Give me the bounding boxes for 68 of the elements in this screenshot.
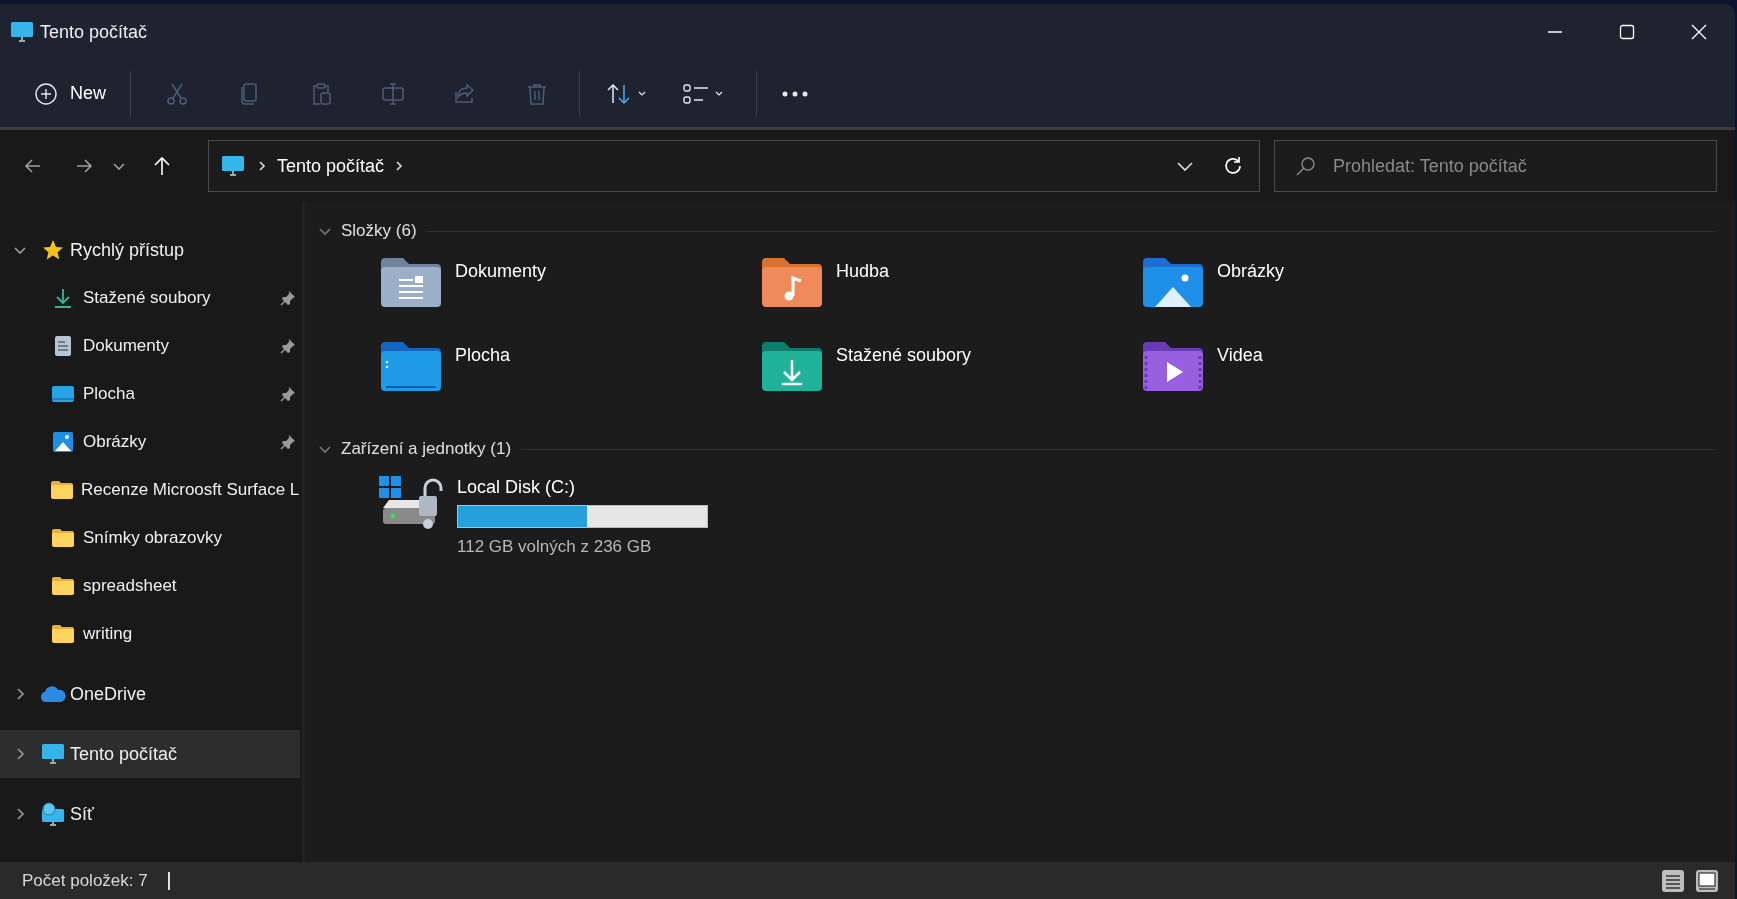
folder-name[interactable]: Videa: [1217, 342, 1263, 369]
sidebar-item[interactable]: writing: [0, 610, 302, 658]
cloud-icon: [40, 685, 66, 703]
search-icon: [1295, 155, 1317, 177]
sidebar-item[interactable]: spreadsheet: [0, 562, 302, 610]
search-field[interactable]: Prohledat: Tento počítač: [1274, 140, 1717, 192]
pin-icon[interactable]: [280, 338, 296, 354]
folder-icon: [51, 528, 75, 548]
pin-icon[interactable]: [280, 386, 296, 402]
drive-icon[interactable]: [379, 474, 445, 532]
pictures-folder-icon: [1141, 256, 1205, 308]
downloads-folder-icon: [760, 340, 824, 392]
sidebar-item[interactable]: Dokumenty: [0, 322, 302, 370]
star-icon: [42, 239, 64, 261]
sidebar-item[interactable]: Snímky obrazovky: [0, 514, 302, 562]
list-view-icon[interactable]: [683, 82, 709, 105]
plus-circle-icon[interactable]: [34, 81, 58, 106]
window-title: Tento počítač: [40, 20, 148, 44]
desktop-icon: [51, 384, 75, 404]
sidebar-item[interactable]: Rychlý přístup: [0, 226, 300, 274]
monitor-icon: [221, 155, 245, 177]
network-icon: [41, 802, 65, 826]
section-header[interactable]: Zařízení a jednotky (1): [341, 436, 512, 462]
sidebar-item[interactable]: Obrázky: [0, 418, 302, 466]
sidebar-item[interactable]: Tento počítač: [0, 730, 300, 778]
section-header[interactable]: Složky (6): [341, 218, 417, 244]
sidebar-item[interactable]: Recenze Microosft Surface L: [0, 466, 302, 514]
folder-name[interactable]: Hudba: [836, 258, 890, 285]
caret-icon[interactable]: [715, 89, 723, 98]
folder-name[interactable]: Dokumenty: [455, 258, 547, 285]
videos-folder-icon: [1141, 340, 1205, 392]
item-count: Počet položek: 7: [22, 869, 148, 892]
details-view-button[interactable]: [1661, 868, 1685, 893]
monitor-icon: [41, 743, 65, 765]
desktop-folder-icon: [379, 340, 443, 392]
sidebar-item[interactable]: Síť: [0, 790, 300, 838]
monitor-icon: [10, 21, 34, 43]
caret-icon[interactable]: [638, 89, 646, 98]
download-icon: [53, 287, 73, 309]
document-icon: [54, 335, 72, 357]
pin-icon[interactable]: [280, 434, 296, 450]
new-button[interactable]: New: [20, 71, 120, 116]
address-bar[interactable]: Tento počítač: [208, 140, 1260, 192]
drive-name[interactable]: Local Disk (C:): [457, 474, 708, 501]
pin-icon[interactable]: [280, 290, 296, 306]
breadcrumb-item[interactable]: Tento počítač: [277, 152, 385, 180]
folder-name[interactable]: Obrázky: [1217, 258, 1285, 285]
sidebar-item[interactable]: Stažené soubory: [0, 274, 302, 322]
folder-icon: [50, 480, 74, 500]
picture-icon: [52, 431, 74, 453]
sidebar-item[interactable]: Plocha: [0, 370, 302, 418]
sort-icon[interactable]: [606, 81, 632, 106]
folder-icon: [51, 576, 75, 596]
refresh-icon[interactable]: [1222, 155, 1244, 177]
folder-name[interactable]: Plocha: [455, 342, 511, 369]
folder-icon: [51, 624, 75, 644]
close-icon[interactable]: [1691, 24, 1707, 40]
search-input[interactable]: Prohledat: Tento počítač: [1333, 152, 1713, 180]
music-folder-icon: [760, 256, 824, 308]
documents-folder-icon: [379, 256, 443, 308]
chevron-icon[interactable]: [394, 160, 405, 172]
storage-reading: 112 GB volných z 236 GB: [457, 536, 653, 558]
maximize-icon[interactable]: [1619, 24, 1635, 40]
tiles-view-button[interactable]: [1695, 868, 1719, 893]
folder-name[interactable]: Stažené soubory: [836, 342, 972, 369]
chevron-icon[interactable]: [257, 160, 267, 172]
more-icon[interactable]: [782, 90, 808, 97]
sidebar-item[interactable]: OneDrive: [0, 670, 300, 718]
